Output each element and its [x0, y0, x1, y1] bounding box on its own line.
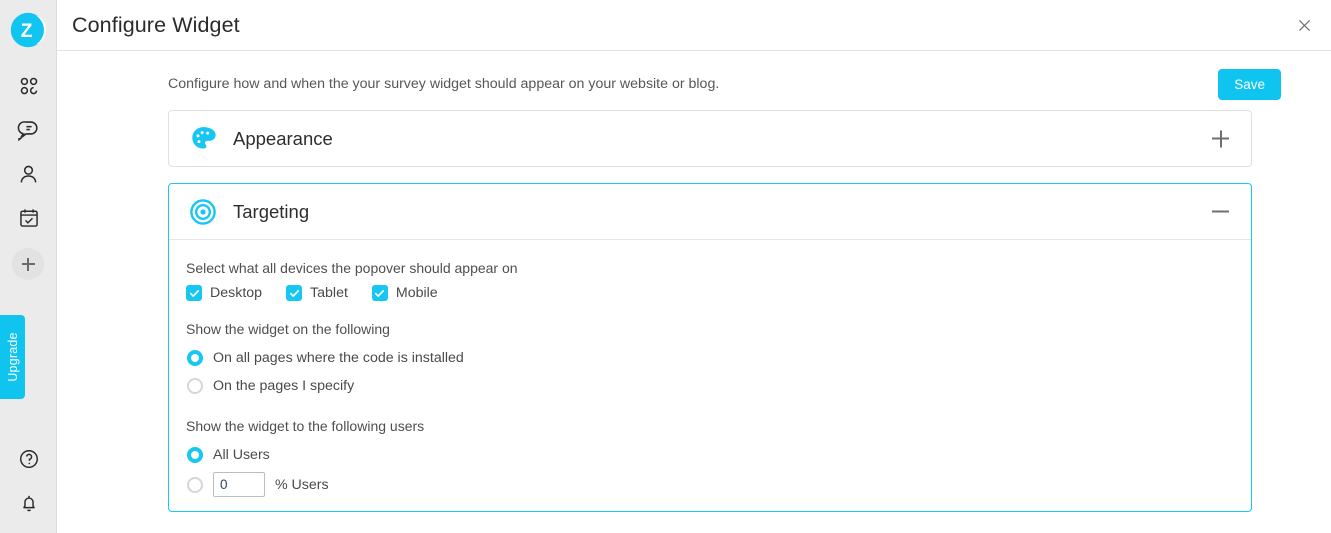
chat-bubbles-icon	[17, 120, 38, 141]
zoho-z-logo: Z	[10, 12, 47, 48]
checkbox-desktop[interactable]: Desktop	[186, 285, 262, 301]
calendar-check-icon	[19, 209, 38, 227]
appearance-expand-toggle[interactable]	[1212, 130, 1229, 147]
radio-selected-icon	[187, 350, 203, 366]
percent-users-row: % Users	[186, 472, 1251, 497]
sidebar-item-notifications[interactable]	[0, 481, 57, 525]
page-title: Configure Widget	[72, 12, 240, 37]
appearance-card-title: Appearance	[233, 127, 333, 149]
radio-specific-pages[interactable]: On the pages I specify	[186, 374, 1251, 398]
main-panel: Configure Widget Configure how and when …	[57, 0, 1331, 533]
sidebar-item-contacts[interactable]	[0, 152, 57, 196]
help-circle-icon	[19, 450, 38, 468]
radio-all-pages[interactable]: On all pages where the code is installed	[186, 346, 1251, 370]
checkbox-tablet-label: Tablet	[310, 285, 348, 301]
sidebar-bottom-nav	[0, 437, 57, 525]
users-section: Show the widget to the following users A…	[186, 418, 1251, 497]
device-checkbox-group: Desktop Tablet Mobile	[186, 285, 1251, 301]
description-row: Configure how and when the your survey w…	[168, 51, 1281, 100]
upgrade-tab[interactable]: Upgrade	[0, 315, 25, 399]
pages-label: Show the widget on the following	[186, 321, 390, 337]
targeting-card-header[interactable]: Targeting	[169, 184, 1251, 239]
sidebar-item-help[interactable]	[0, 437, 57, 481]
devices-label: Select what all devices the popover shou…	[186, 260, 518, 276]
left-sidebar: Z Upgrade	[0, 0, 57, 533]
target-icon	[188, 197, 218, 227]
appearance-card: Appearance	[168, 110, 1252, 167]
checkbox-desktop-label: Desktop	[210, 285, 263, 301]
close-button[interactable]	[1289, 10, 1319, 40]
appearance-card-header[interactable]: Appearance	[169, 111, 1251, 166]
users-label: Show the widget to the following users	[186, 418, 425, 434]
sidebar-add-button[interactable]	[12, 248, 44, 280]
radio-selected-icon	[187, 447, 203, 463]
app-root: Z Upgrade Configure Widget Configure how…	[0, 0, 1331, 533]
checkbox-checked-icon	[286, 285, 303, 301]
targeting-collapse-toggle[interactable]	[1212, 203, 1229, 220]
sidebar-nav	[0, 64, 57, 240]
sidebar-item-conversations[interactable]	[0, 108, 57, 152]
bell-icon	[22, 495, 35, 512]
sidebar-item-dashboard[interactable]	[0, 64, 57, 108]
targeting-card-body: Select what all devices the popover shou…	[169, 239, 1251, 511]
save-button[interactable]: Save	[1218, 68, 1281, 100]
radio-unselected-icon	[187, 378, 203, 394]
dashboard-grid-icon	[20, 77, 37, 95]
pages-section: Show the widget on the following On all …	[186, 321, 1251, 398]
targeting-card-title: Targeting	[233, 200, 310, 222]
radio-all-users[interactable]: All Users	[186, 443, 1251, 467]
upgrade-label: Upgrade	[5, 332, 20, 382]
checkbox-checked-icon	[186, 285, 202, 301]
sidebar-item-tasks[interactable]	[0, 196, 57, 240]
app-logo[interactable]: Z	[10, 12, 47, 48]
close-icon	[1298, 19, 1310, 31]
checkbox-tablet[interactable]: Tablet	[286, 285, 348, 301]
top-header-bar: Configure Widget	[57, 0, 1331, 51]
radio-specific-pages-label: On the pages I specify	[213, 378, 355, 394]
radio-all-users-label: All Users	[213, 447, 270, 463]
percent-users-label: % Users	[275, 476, 329, 493]
percent-users-input[interactable]	[213, 472, 265, 497]
targeting-card: Targeting Select what all devices the po…	[168, 183, 1252, 512]
description-text: Configure how and when the your survey w…	[168, 76, 720, 92]
checkbox-mobile-label: Mobile	[395, 285, 438, 301]
checkbox-mobile[interactable]: Mobile	[371, 285, 438, 301]
user-icon	[20, 165, 37, 182]
devices-section: Select what all devices the popover shou…	[186, 260, 1251, 301]
radio-all-pages-label: On all pages where the code is installed	[213, 350, 464, 366]
radio-percent-users[interactable]	[187, 476, 203, 493]
checkbox-checked-icon	[371, 285, 388, 301]
palette-icon	[188, 124, 218, 154]
configure-content: Configure how and when the your survey w…	[57, 51, 1331, 512]
minus-icon	[1212, 210, 1229, 213]
svg-text:Z: Z	[21, 21, 33, 42]
